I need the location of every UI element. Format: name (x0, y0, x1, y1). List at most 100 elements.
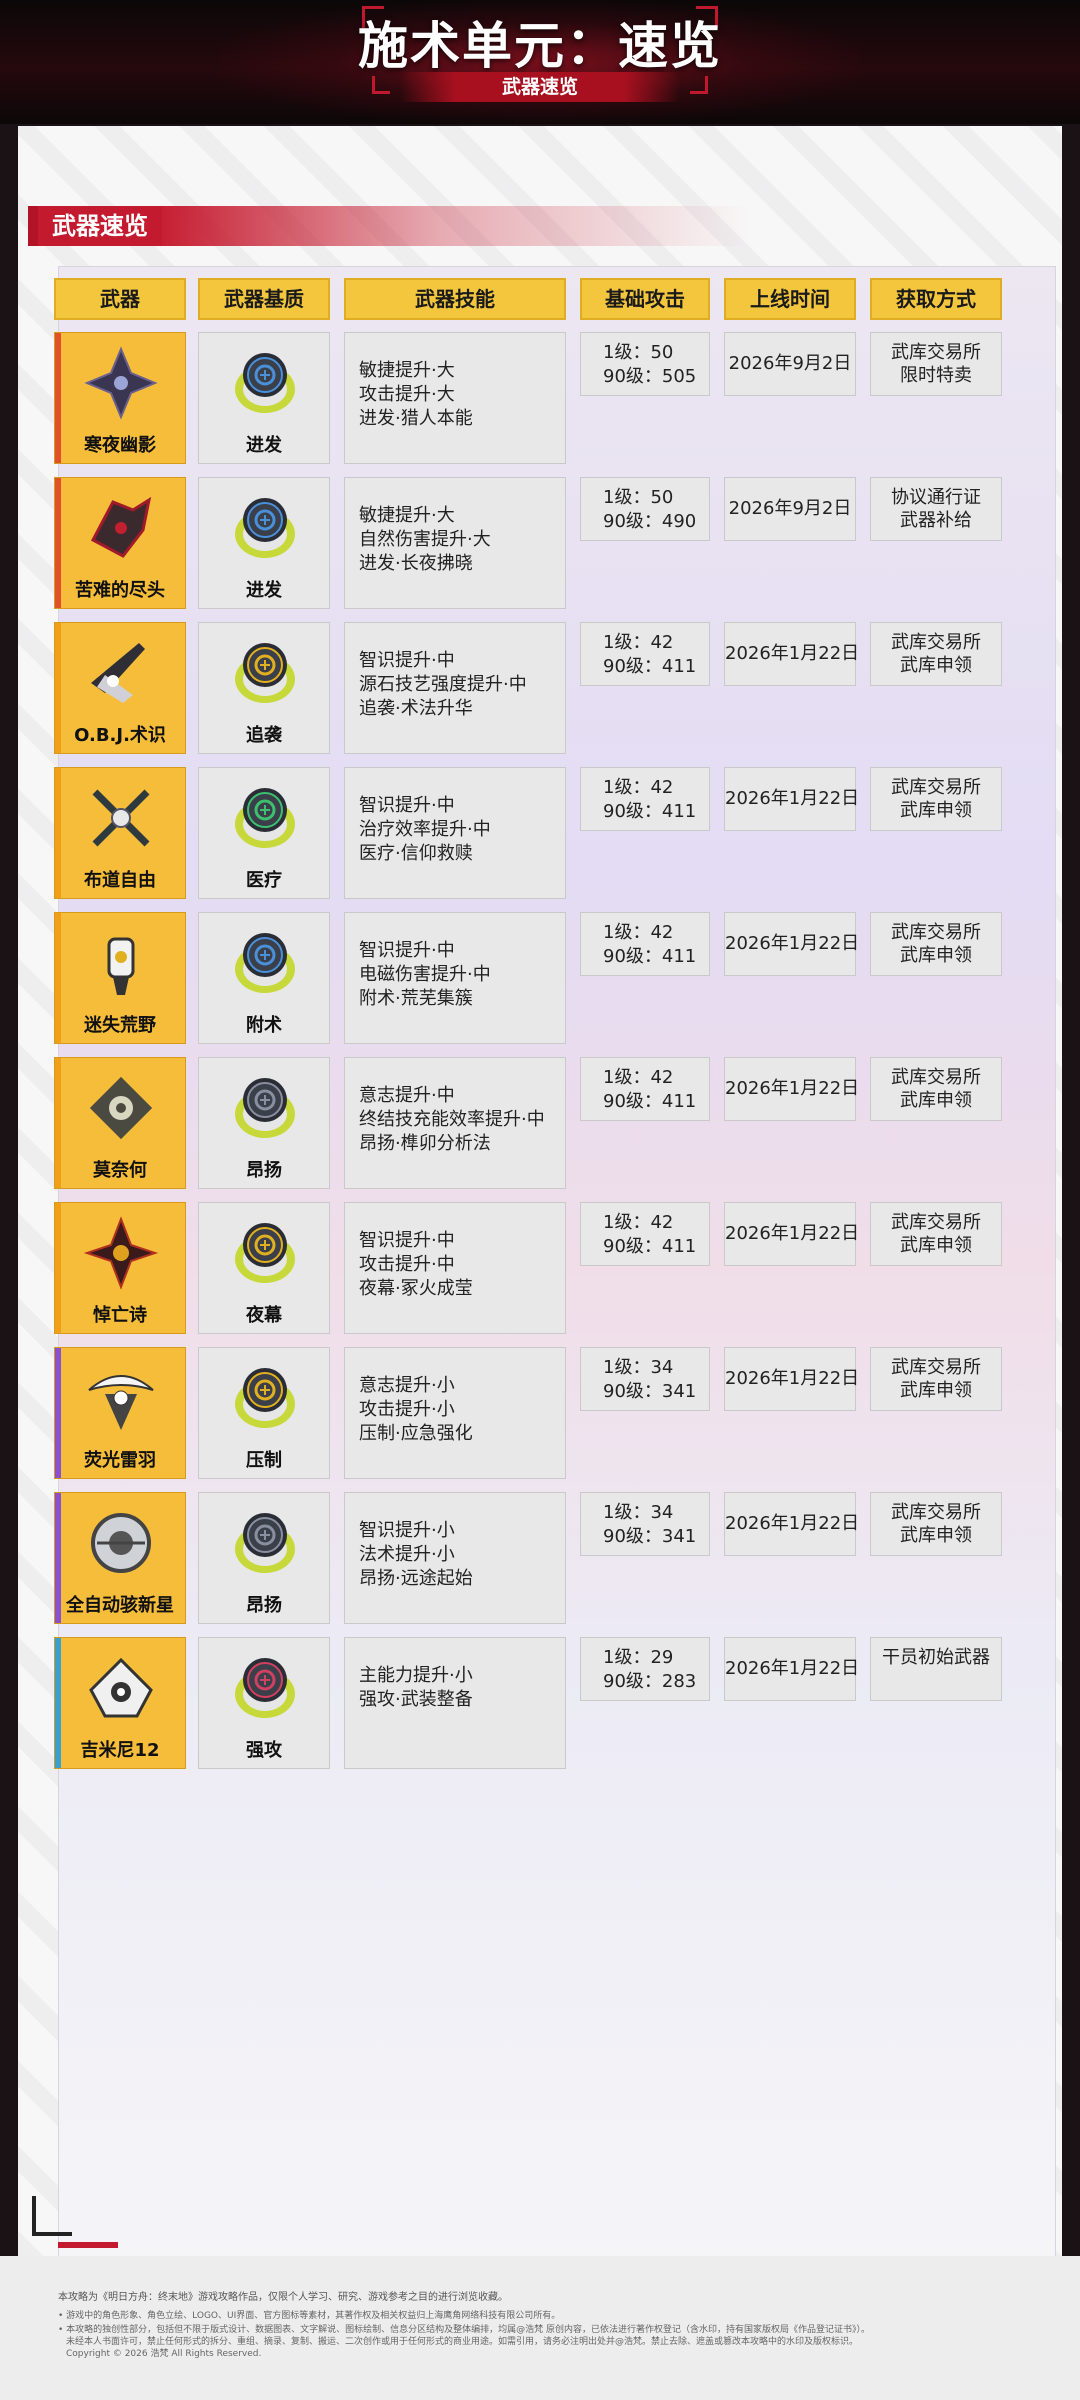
weapon-base-name: 附术 (246, 1015, 282, 1036)
page-subtitle: 武器速览 (400, 72, 680, 102)
skill-line: 智识提升·中 (359, 940, 455, 961)
weapon-base-card: 夜幕 (198, 1202, 330, 1334)
uplift-glyph-icon (229, 1070, 301, 1142)
skill-line: 敏捷提升·大 (359, 505, 455, 526)
uplift-glyph-icon (229, 1505, 301, 1577)
attack-value: 90级：411 (603, 946, 697, 967)
gemini-weapon-icon (83, 1650, 159, 1726)
table-row: 迷失荒野 附术 智识提升·中 电磁伤害提升·中 附术·荒芜集簇 1级：42 90级：411 2… (0, 912, 1080, 1044)
weapon-base-name: 进发 (246, 580, 282, 601)
release-date: 2026年9月2日 (724, 477, 856, 541)
acquisition-method: 武库交易所 武库申领 (870, 1202, 1002, 1266)
footer-disclaimer: 本攻略为《明日方舟：终末地》游戏攻略作品，仅限个人学习、研究、游戏参考之目的进行… (58, 2292, 508, 2303)
weapon-name: 吉米尼12 (80, 1740, 160, 1761)
weapon-base-card: 进发 (198, 477, 330, 609)
column-header-attack: 基础攻击 (580, 278, 710, 320)
gear-weapon-icon (83, 1070, 159, 1146)
base-attack: 1级：42 90级：411 (580, 912, 710, 976)
weapon-name: 荧光雷羽 (84, 1450, 156, 1471)
page-title: 施术单元：速览 (358, 17, 722, 75)
source-line: 武库交易所 (891, 1212, 981, 1233)
acquisition-method: 干员初始武器 (870, 1637, 1002, 1701)
release-date: 2026年1月22日 (724, 1492, 859, 1556)
weapon-card: 全自动骇新星 (54, 1492, 186, 1624)
lantern-weapon-icon (83, 925, 159, 1001)
weapon-base-card: 附术 (198, 912, 330, 1044)
skill-line: 进发·长夜拂晓 (359, 553, 473, 574)
weapon-card: 吉米尼12 (54, 1637, 186, 1769)
skill-line: 追袭·术法升华 (359, 698, 473, 719)
column-header-base: 武器基质 (198, 278, 330, 320)
source-line: 武库交易所 (891, 342, 981, 363)
source-line: 限时特卖 (900, 365, 972, 386)
release-date: 2026年1月22日 (724, 622, 859, 686)
page-header: 施术单元：速览 武器速览 (0, 0, 1080, 124)
skill-line: 附术·荒芜集簇 (359, 988, 473, 1009)
dark-shuriken-weapon-icon (83, 345, 159, 421)
source-line: 武库交易所 (891, 922, 981, 943)
elegy-weapon-icon (83, 1215, 159, 1291)
weapon-skills: 智识提升·中 攻击提升·中 夜幕·冢火成莹 (344, 1202, 566, 1334)
attack-value: 1级：34 (603, 1502, 674, 1523)
base-attack: 1级：34 90级：341 (580, 1492, 710, 1556)
pursuit-glyph-icon (229, 635, 301, 707)
skill-line: 压制·应急强化 (359, 1423, 473, 1444)
table-row: 悼亡诗 夜幕 智识提升·中 攻击提升·中 夜幕·冢火成莹 1级：42 90级：411 2026… (0, 1202, 1080, 1334)
orb-device-weapon-icon (83, 1505, 159, 1581)
attack-value: 1级：34 (603, 1357, 674, 1378)
skill-line: 自然伤害提升·大 (359, 529, 491, 550)
attack-value: 1级：42 (603, 777, 674, 798)
weapon-base-card: 进发 (198, 332, 330, 464)
acquisition-method: 武库交易所 武库申领 (870, 912, 1002, 976)
attack-value: 1级：50 (603, 487, 674, 508)
weapon-name: O.B.J.术识 (74, 725, 166, 746)
weapon-skills: 智识提升·中 治疗效率提升·中 医疗·信仰救赎 (344, 767, 566, 899)
table-row: 莫奈何 昂扬 意志提升·中 终结技充能效率提升·中 昂扬·榫卯分析法 1级：42 90级：4… (0, 1057, 1080, 1189)
source-line: 武库交易所 (891, 632, 981, 653)
header-corner-deco (372, 76, 390, 94)
weapon-card: 寒夜幽影 (54, 332, 186, 464)
weapon-skills: 智识提升·小 法术提升·小 昂扬·远途起始 (344, 1492, 566, 1624)
weapon-skills: 主能力提升·小 强攻·武装整备 (344, 1637, 566, 1769)
attack-value: 1级：42 (603, 922, 674, 943)
skill-line: 昂扬·远途起始 (359, 1568, 473, 1589)
skill-line: 医疗·信仰救赎 (359, 843, 473, 864)
source-line: 武库交易所 (891, 1357, 981, 1378)
weapon-base-name: 夜幕 (246, 1305, 282, 1326)
release-date: 2026年9月2日 (724, 332, 856, 396)
column-header-source: 获取方式 (870, 278, 1002, 320)
weapon-name: 悼亡诗 (93, 1305, 147, 1326)
weapon-base-name: 压制 (246, 1450, 282, 1471)
acquisition-method: 协议通行证 武器补给 (870, 477, 1002, 541)
feather-weapon-icon (83, 1360, 159, 1436)
attack-value: 1级：29 (603, 1647, 674, 1668)
source-line: 协议通行证 (891, 487, 981, 508)
source-line: 武库申领 (900, 1090, 972, 1111)
corner-bracket-deco (32, 2196, 72, 2236)
release-date: 2026年1月22日 (724, 1637, 859, 1701)
skill-line: 智识提升·中 (359, 650, 455, 671)
base-attack: 1级：42 90级：411 (580, 767, 710, 831)
attack-value: 1级：42 (603, 1067, 674, 1088)
attack-value: 1级：50 (603, 342, 674, 363)
weapon-skills: 敏捷提升·大 攻击提升·大 进发·猎人本能 (344, 332, 566, 464)
attack-value: 90级：505 (603, 366, 697, 387)
skill-line: 攻击提升·小 (359, 1399, 455, 1420)
skill-line: 攻击提升·大 (359, 384, 455, 405)
column-header-skill: 武器技能 (344, 278, 566, 320)
skill-line: 智识提升·中 (359, 1230, 455, 1251)
source-line: 武库申领 (900, 1380, 972, 1401)
acquisition-method: 武库交易所 武库申领 (870, 767, 1002, 831)
weapon-skills: 敏捷提升·大自然伤害提升·大 进发·长夜拂晓 (344, 477, 566, 609)
release-date: 2026年1月22日 (724, 1202, 859, 1266)
attack-value: 1级：42 (603, 632, 674, 653)
source-line: 武库申领 (900, 800, 972, 821)
weapon-base-name: 强攻 (246, 1740, 282, 1761)
attack-value: 90级：490 (603, 511, 697, 532)
base-attack: 1级：50 90级：505 (580, 332, 710, 396)
base-attack: 1级：42 90级：411 (580, 1057, 710, 1121)
source-line: 武库申领 (900, 945, 972, 966)
acquisition-method: 武库交易所 武库申领 (870, 622, 1002, 686)
weapon-base-card: 医疗 (198, 767, 330, 899)
weapon-card: 悼亡诗 (54, 1202, 186, 1334)
